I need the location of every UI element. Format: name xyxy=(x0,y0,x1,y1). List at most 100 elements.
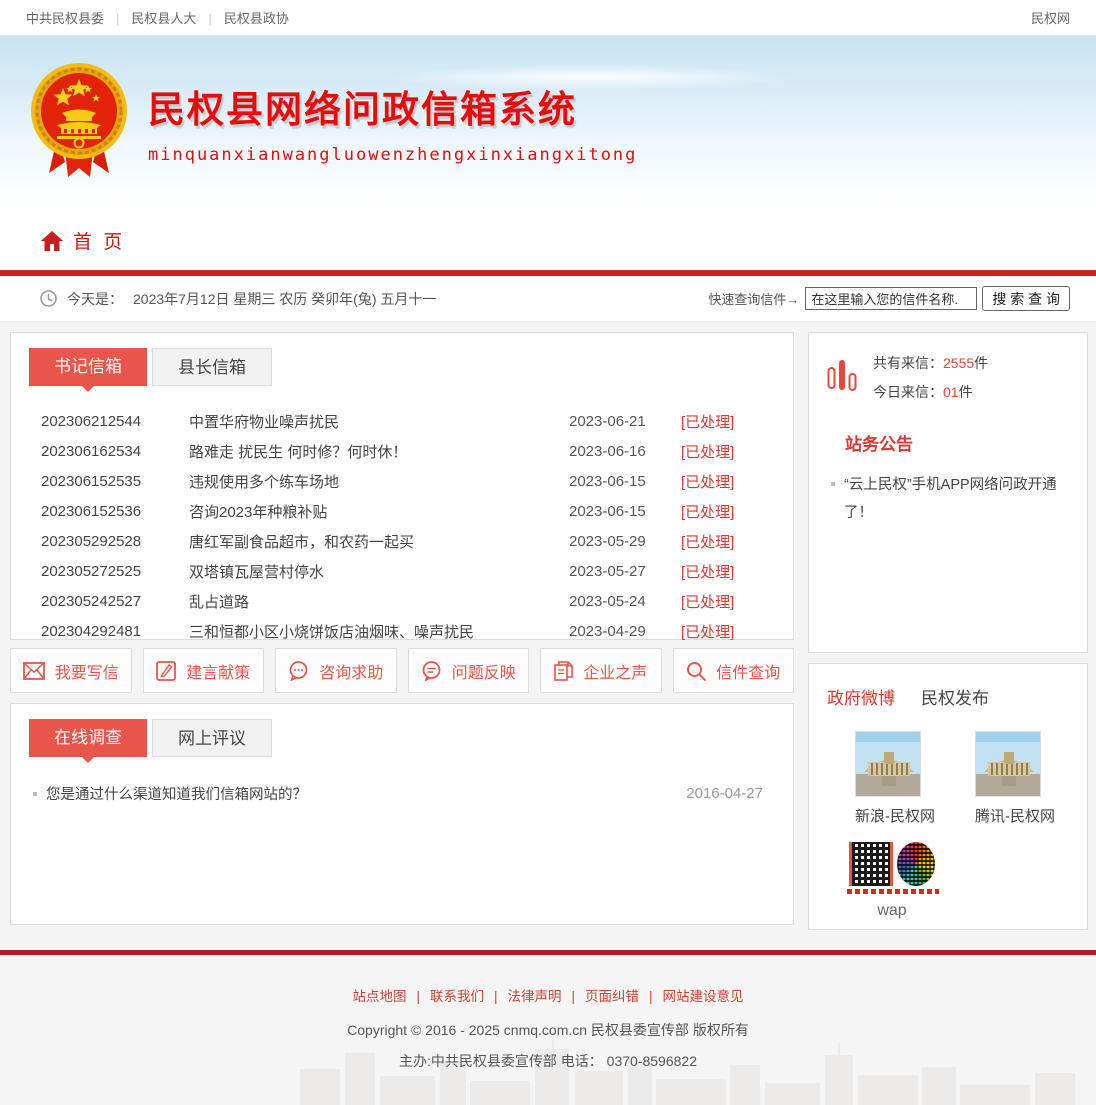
gov-weibo-card: 政府微博 民权发布 xyxy=(808,663,1088,930)
weibo-link-sina[interactable]: 新浪-民权网 xyxy=(855,731,923,826)
document-icon xyxy=(554,661,573,681)
bullet-square xyxy=(33,792,37,796)
nav-home-label: 首 页 xyxy=(73,227,125,254)
letter-date: 2023-06-15 xyxy=(569,473,681,490)
footer-copyright: Copyright © 2016 - 2025 cnmq.com.cn 民权县委… xyxy=(0,1020,1096,1040)
total-letters-count: 2555 xyxy=(943,355,974,371)
letter-query-button[interactable]: 信件查询 xyxy=(673,648,795,693)
letter-id: 202306152535 xyxy=(41,473,189,490)
letter-id: 202305242527 xyxy=(41,593,189,610)
letter-title[interactable]: 双塔镇瓦屋营村停水 xyxy=(189,561,569,582)
tab-gov-weibo[interactable]: 政府微博 xyxy=(827,684,895,709)
enterprise-voice-button[interactable]: 企业之声 xyxy=(540,648,662,693)
letter-row[interactable]: 202304292481 三和恒都小区小烧饼饭店油烟味、噪声扰民 2023-04… xyxy=(11,616,793,646)
tab-online-review[interactable]: 网上评议 xyxy=(152,719,272,757)
letter-status-badge: [已处理] xyxy=(681,411,765,432)
topbar-link[interactable]: 民权县政协 xyxy=(224,8,289,27)
action-label: 我要写信 xyxy=(55,659,119,683)
footer: 站点地图联系我们法律声明页面纠错网站建设意见 Copyright © 2016 … xyxy=(0,955,1096,1105)
site-header: 民权县网络问政信箱系统 minquanxianwangluowenzhengxi… xyxy=(0,36,1096,211)
round-qr-code-icon xyxy=(897,842,935,886)
footer-link[interactable]: 网站建设意见 xyxy=(663,989,744,1004)
letter-id: 202305292528 xyxy=(41,533,189,550)
wap-qr-link[interactable]: wap xyxy=(827,842,937,920)
nav-home[interactable]: 首 页 xyxy=(40,227,125,254)
problem-feedback-button[interactable]: 问题反映 xyxy=(408,648,530,693)
letter-row[interactable]: 202305242527 乱占道路 2023-05-24 [已处理] xyxy=(11,586,793,616)
bullet-square xyxy=(831,482,835,486)
suggestions-button[interactable]: 建言献策 xyxy=(143,648,265,693)
consult-help-button[interactable]: 咨询求助 xyxy=(275,648,397,693)
tab-online-survey[interactable]: 在线调查 xyxy=(29,719,147,757)
building-photo-thumbnail xyxy=(855,731,921,797)
letter-title[interactable]: 路难走 扰民生 何时修？何时休！ xyxy=(189,441,569,462)
action-buttons-row: 我要写信 建言献策 咨询求助 xyxy=(10,648,794,693)
today-letters-line: 今日来信：01件 xyxy=(873,382,988,402)
survey-item: 您是通过什么渠道知道我们信箱网站的？ 2016-04-27 xyxy=(33,783,763,804)
letter-row[interactable]: 202306162534 路难走 扰民生 何时修？何时休！ 2023-06-16… xyxy=(11,436,793,466)
search-icon xyxy=(686,661,706,681)
letter-title[interactable]: 唐红军副食品超市，和农药一起买 xyxy=(189,531,569,552)
qr-caption-strip xyxy=(847,889,939,894)
footer-link[interactable]: 联系我们 xyxy=(430,989,508,1004)
mailbox-card: 书记信箱 县长信箱 202306212544 中置华府物业噪声扰民 2023-0… xyxy=(10,332,794,640)
bar-chart-icon xyxy=(827,356,857,400)
letter-row[interactable]: 202306152536 咨询2023年种粮补贴 2023-06-15 [已处理… xyxy=(11,496,793,526)
letter-date: 2023-06-15 xyxy=(569,503,681,520)
letter-title[interactable]: 中置华府物业噪声扰民 xyxy=(189,411,569,432)
letter-title[interactable]: 乱占道路 xyxy=(189,591,569,612)
clock-icon xyxy=(40,290,57,307)
letter-status-badge: [已处理] xyxy=(681,531,765,552)
letter-list: 202306212544 中置华府物业噪声扰民 2023-06-21 [已处理]… xyxy=(11,406,793,646)
letter-id: 202306212544 xyxy=(41,413,189,430)
letter-title[interactable]: 违规使用多个练车场地 xyxy=(189,471,569,492)
topbar-link[interactable]: 民权县人大 xyxy=(131,8,223,27)
footer-link[interactable]: 法律声明 xyxy=(508,989,586,1004)
survey-question-link[interactable]: 您是通过什么渠道知道我们信箱网站的？ xyxy=(46,783,686,804)
tab-secretary-mailbox[interactable]: 书记信箱 xyxy=(29,348,147,386)
action-label: 问题反映 xyxy=(452,659,516,683)
home-icon xyxy=(40,230,64,252)
survey-date: 2016-04-27 xyxy=(686,785,763,802)
letter-date: 2023-06-21 xyxy=(569,413,681,430)
today-letters-count: 01 xyxy=(943,384,959,400)
letter-row[interactable]: 202306212544 中置华府物业噪声扰民 2023-06-21 [已处理] xyxy=(11,406,793,436)
letter-title[interactable]: 咨询2023年种粮补贴 xyxy=(189,501,569,522)
weibo-link-tencent[interactable]: 腾讯-民权网 xyxy=(975,731,1043,826)
letter-row[interactable]: 202306152535 违规使用多个练车场地 2023-06-15 [已处理] xyxy=(11,466,793,496)
today-label: 今天是： xyxy=(67,289,123,309)
main-content: 书记信箱 县长信箱 202306212544 中置华府物业噪声扰民 2023-0… xyxy=(0,322,1096,950)
tab-mq-publish[interactable]: 民权发布 xyxy=(921,684,989,709)
topbar-link[interactable]: 中共民权县委 xyxy=(26,8,131,27)
site-subtitle-pinyin: minquanxianwangluowenzhengxinxiangxitong xyxy=(148,145,637,165)
letter-search-input[interactable] xyxy=(805,287,977,310)
write-letter-button[interactable]: 我要写信 xyxy=(10,648,132,693)
letter-row[interactable]: 202305272525 双塔镇瓦屋营村停水 2023-05-27 [已处理] xyxy=(11,556,793,586)
wap-label: wap xyxy=(847,902,937,920)
letter-id: 202306162534 xyxy=(41,443,189,460)
footer-link[interactable]: 页面纠错 xyxy=(585,989,663,1004)
action-label: 咨询求助 xyxy=(319,659,383,683)
search-query-button[interactable]: 搜 索 查 询 xyxy=(982,286,1070,311)
letter-status-badge: [已处理] xyxy=(681,441,765,462)
weibo-sina-label: 新浪-民权网 xyxy=(855,805,923,826)
letter-status-badge: [已处理] xyxy=(681,591,765,612)
stats-card: 共有来信：2555件 今日来信：01件 站务公告 “云上民权”手机APP网络问政… xyxy=(808,332,1088,653)
chat-help-icon xyxy=(288,661,309,681)
letter-row[interactable]: 202305292528 唐红军副食品超市，和农药一起买 2023-05-29 … xyxy=(11,526,793,556)
weibo-tencent-label: 腾讯-民权网 xyxy=(975,805,1043,826)
letter-status-badge: [已处理] xyxy=(681,561,765,582)
letter-date: 2023-06-16 xyxy=(569,443,681,460)
topbar-links: 中共民权县委民权县人大民权县政协 xyxy=(26,8,289,27)
letter-title[interactable]: 三和恒都小区小烧饼饭店油烟味、噪声扰民 xyxy=(189,621,569,642)
letter-id: 202304292481 xyxy=(41,623,189,640)
notice-item-text: “云上民权”手机APP网络问政开通了！ xyxy=(844,471,1059,528)
edit-icon xyxy=(156,661,176,681)
letter-status-badge: [已处理] xyxy=(681,501,765,522)
notice-item[interactable]: “云上民权”手机APP网络问政开通了！ xyxy=(831,471,1059,528)
topbar-link-mqw[interactable]: 民权网 xyxy=(1031,8,1070,27)
quick-search-label: 快速查询信件→ xyxy=(708,289,799,308)
letter-id: 202305272525 xyxy=(41,563,189,580)
tab-magistrate-mailbox[interactable]: 县长信箱 xyxy=(152,348,272,386)
footer-link[interactable]: 站点地图 xyxy=(352,989,430,1004)
